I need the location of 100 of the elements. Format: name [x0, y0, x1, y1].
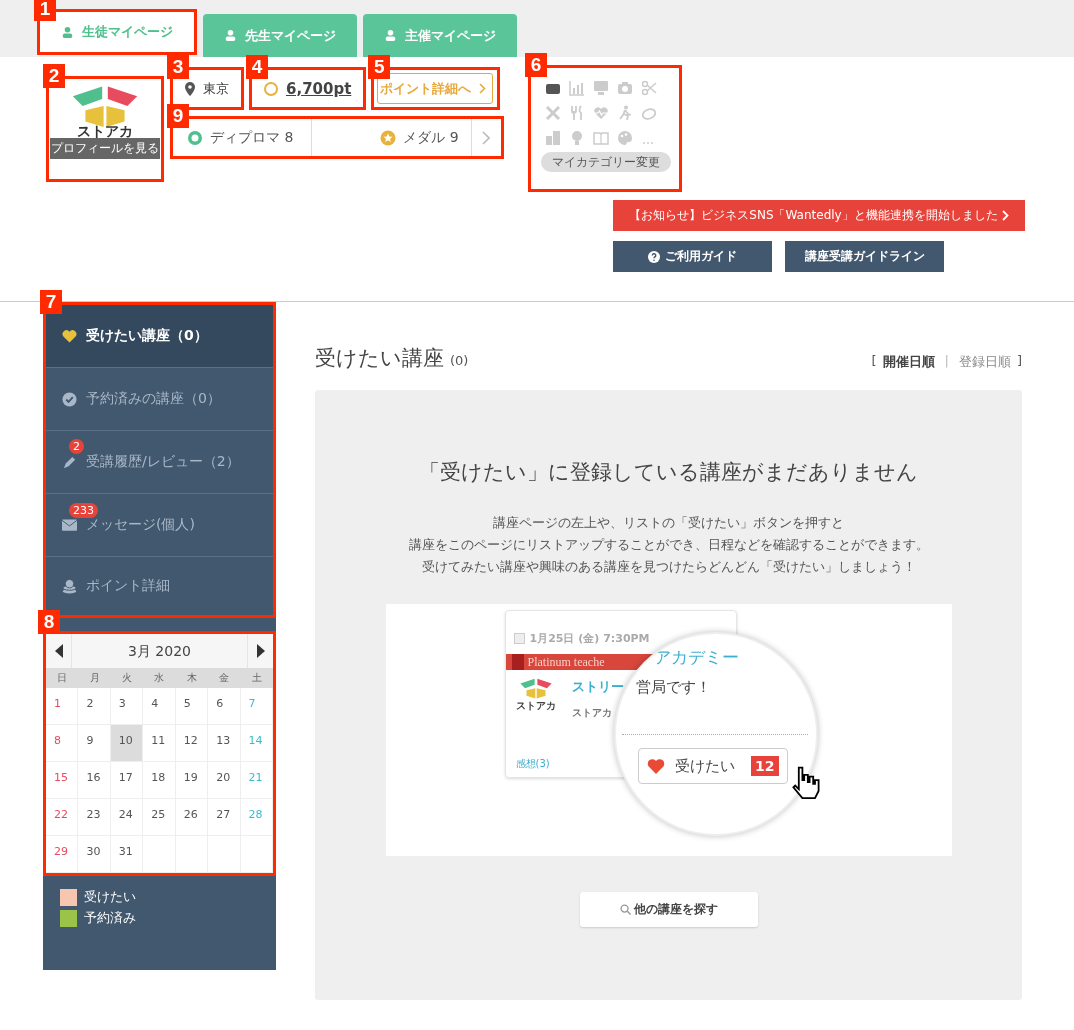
- calendar-day[interactable]: 17: [110, 762, 144, 799]
- calendar-day[interactable]: 22: [46, 799, 79, 836]
- calendar-day[interactable]: 8: [46, 725, 79, 762]
- profile-button[interactable]: プロフィールを見る: [50, 138, 160, 160]
- chevron-icon: [482, 130, 491, 145]
- callout-number: 7: [40, 290, 62, 314]
- calendar-day[interactable]: 29: [46, 836, 79, 873]
- calendar-day[interactable]: 4: [143, 688, 176, 725]
- check-circle-icon: [62, 391, 77, 407]
- left-triangle-icon: [54, 644, 63, 658]
- legend-label: 予約済み: [84, 909, 136, 927]
- calendar-day[interactable]: 15: [46, 762, 79, 799]
- course-date: 1月25日 (金) 7:30PM: [529, 631, 650, 646]
- empty-calendar-cell: [143, 836, 176, 873]
- page-title: 受けたい講座: [315, 345, 444, 372]
- points-link[interactable]: 6,700pt: [286, 79, 352, 98]
- search-courses-button[interactable]: 他の講座を探す: [579, 892, 758, 927]
- pen-icon: [62, 454, 77, 470]
- empty-description: 講座をこのページにリストアップすることができ、日程などを確認することができます。: [408, 536, 929, 554]
- callout-number: 2: [43, 64, 65, 88]
- scissors-icon[interactable]: [641, 80, 657, 96]
- calendar-day[interactable]: 24: [110, 799, 144, 836]
- callout-number: 1: [34, 0, 56, 21]
- guide-button[interactable]: 講座受講ガイドライン: [785, 241, 944, 272]
- diploma-count: ディプロマ 8: [210, 128, 294, 147]
- callout-number: 5: [368, 55, 391, 79]
- calendar-day[interactable]: 12: [175, 725, 209, 762]
- callout-number: 8: [38, 610, 60, 634]
- right-triangle-icon: [256, 644, 265, 658]
- heart-pulse-icon[interactable]: [593, 105, 609, 121]
- calendar-day[interactable]: 20: [208, 762, 241, 799]
- envelope-icon: [62, 519, 77, 531]
- empty-description: 講座ページの左上や、リストの「受けたい」ボタンを押すと: [492, 514, 845, 532]
- like-count: 12: [751, 756, 779, 776]
- calendar-day[interactable]: 10: [110, 725, 144, 762]
- empty-description: 受けてみたい講座や興味のある講座を見つけたらどんどん「受けたい」しましょう！: [420, 558, 917, 576]
- organizer-name: ストアカ: [571, 706, 613, 720]
- empty-calendar-cell: [240, 836, 273, 873]
- callout-number: 4: [246, 55, 268, 79]
- calendar-day[interactable]: 2: [78, 688, 111, 725]
- callout-number: 9: [167, 104, 189, 128]
- calendar-day[interactable]: 13: [208, 725, 241, 762]
- weekday-label: 日: [56, 671, 69, 685]
- weekday-label: 木: [185, 671, 198, 685]
- weekday-label: 水: [153, 671, 166, 685]
- weekday-label: 火: [121, 671, 134, 685]
- person-icon: [224, 29, 237, 42]
- building-icon[interactable]: [545, 130, 561, 146]
- calendar-month: 3月 2020: [127, 642, 192, 661]
- person-icon: [384, 29, 397, 42]
- calendar-day[interactable]: 16: [78, 762, 111, 799]
- sort-link[interactable]: 登録日順: [958, 353, 1011, 371]
- calendar-day[interactable]: 1: [46, 688, 79, 725]
- course-title: ストリー: [571, 678, 624, 696]
- palette-icon[interactable]: [617, 130, 633, 146]
- monitor-icon[interactable]: [593, 80, 609, 96]
- calendar-day[interactable]: 23: [78, 799, 111, 836]
- calendar-day[interactable]: 31: [110, 836, 144, 873]
- calendar-day[interactable]: 11: [143, 725, 176, 762]
- guide-button[interactable]: ご利用ガイド: [613, 241, 772, 272]
- search-icon: [619, 904, 631, 915]
- logo-text: ストアカ: [77, 124, 133, 139]
- item-count: (0): [450, 353, 469, 368]
- fork-knife-icon[interactable]: [569, 105, 585, 121]
- calendar-day[interactable]: 18: [143, 762, 176, 799]
- rosette-icon: [187, 129, 203, 146]
- person-icon: [61, 25, 74, 39]
- my-category-button[interactable]: マイカテゴリー変更: [541, 152, 671, 172]
- notice-banner[interactable]: 【お知らせ】ビジネスSNS「Wantedly」と機能連携を開始しました: [613, 200, 1025, 231]
- book-icon[interactable]: [593, 130, 609, 146]
- empty-calendar-cell: [208, 836, 241, 873]
- count-badge: 2: [69, 438, 84, 454]
- calendar-day[interactable]: 19: [175, 762, 209, 799]
- ribbon-text: Platinum teache: [527, 654, 605, 670]
- sort-link[interactable]: 開催日順: [882, 353, 935, 371]
- calendar-day[interactable]: 27: [208, 799, 241, 836]
- calendar-icon: [513, 633, 525, 644]
- calendar-day[interactable]: 5: [175, 688, 209, 725]
- camera-icon[interactable]: [617, 80, 633, 96]
- medal-count: メダル 9: [403, 128, 459, 147]
- location-text: 東京: [203, 79, 229, 98]
- legend-label: 受けたい: [84, 888, 136, 906]
- bulb-icon[interactable]: [569, 130, 585, 146]
- callout-number: 6: [525, 53, 547, 77]
- weekday-label: 土: [250, 671, 263, 685]
- empty-heading: 「受けたい」に登録している講座がまだありません: [419, 459, 918, 486]
- heart-icon: [62, 329, 77, 343]
- chevron-icon: [1001, 210, 1009, 221]
- runner-icon[interactable]: [617, 105, 633, 121]
- bracket: ]: [1016, 353, 1022, 370]
- calendar-day[interactable]: 26: [175, 799, 209, 836]
- calendar-day[interactable]: 9: [78, 725, 111, 762]
- logo-icon: [518, 678, 553, 700]
- calendar-day[interactable]: 6: [208, 688, 241, 725]
- calendar-day[interactable]: 25: [143, 799, 176, 836]
- empty-calendar-cell: [175, 836, 209, 873]
- callout-number: 3: [167, 55, 189, 79]
- calendar-day[interactable]: 30: [78, 836, 111, 873]
- heart-icon: [646, 758, 665, 774]
- bar-chart-icon[interactable]: [569, 80, 585, 96]
